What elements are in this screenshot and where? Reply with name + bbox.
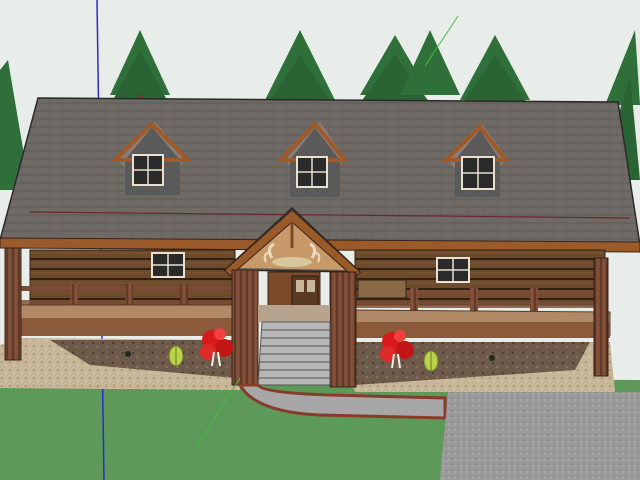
small-plant (125, 351, 131, 357)
front-door[interactable] (267, 271, 321, 307)
front-stairs[interactable] (257, 321, 331, 386)
driveway[interactable] (440, 392, 640, 480)
corner-post-right (593, 257, 609, 377)
entry-post-right (329, 271, 357, 388)
entry-landing[interactable] (258, 305, 330, 322)
porch-bench[interactable] (357, 279, 407, 299)
3d-scene[interactable] (0, 0, 640, 480)
wall-window-left[interactable] (151, 252, 185, 278)
shrub-icon (423, 350, 439, 372)
wall-window-right[interactable] (436, 257, 470, 283)
shrub-icon (168, 345, 184, 367)
porch-skirt-left (20, 318, 235, 336)
corner-post-left (4, 247, 22, 361)
small-plant (489, 355, 495, 361)
entry-post-left (231, 269, 259, 386)
sketchup-viewport[interactable] (0, 0, 640, 480)
